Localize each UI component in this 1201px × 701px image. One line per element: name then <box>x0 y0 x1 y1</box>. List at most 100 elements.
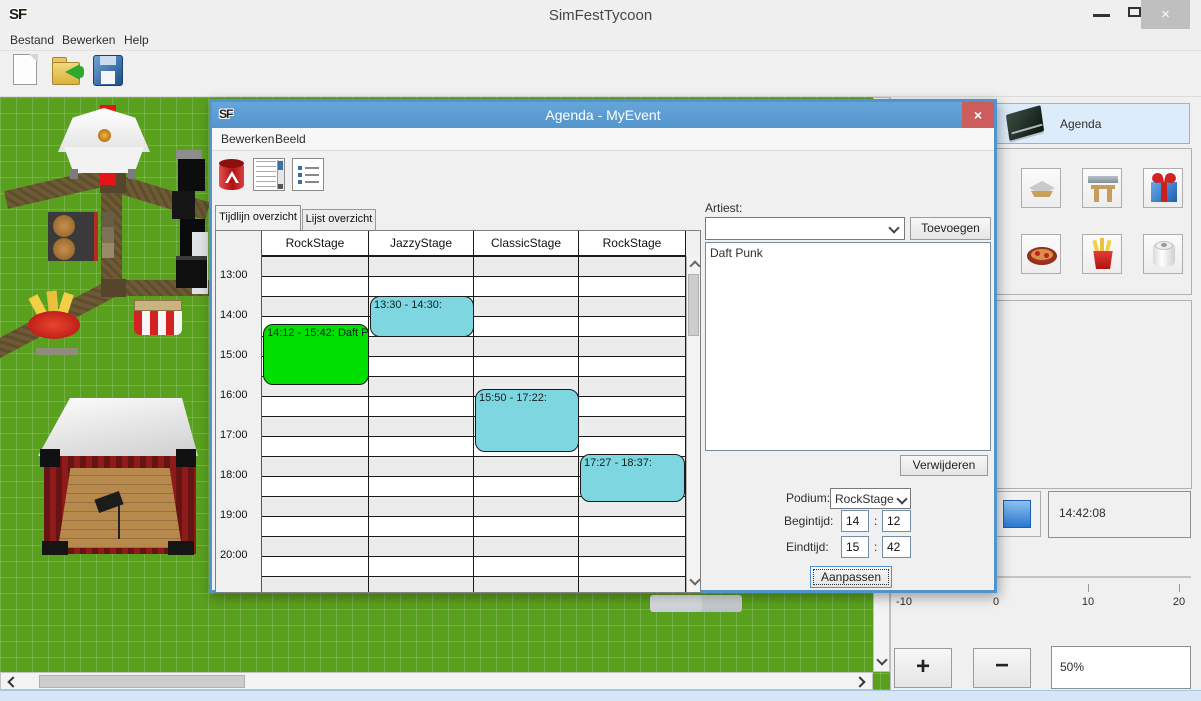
speaker-rig <box>172 191 195 219</box>
apply-button[interactable]: Aanpassen <box>810 566 892 588</box>
dialog-menu-bewerken[interactable]: Bewerken <box>221 132 274 146</box>
tick-label: 10 <box>1074 596 1102 608</box>
menu-bar: Bestand Bewerken Help <box>0 30 1201 51</box>
scroll-down-icon[interactable] <box>876 654 887 665</box>
window-title: SimFestTycoon <box>0 7 1201 24</box>
burger <box>53 238 75 260</box>
time-label: 14:00 <box>220 309 248 321</box>
dialog-close-button[interactable]: × <box>962 102 994 128</box>
end-hour-field[interactable]: 15 <box>841 536 869 558</box>
item-toilet-paper-button[interactable] <box>1143 234 1183 274</box>
speaker-rig[interactable] <box>176 150 202 159</box>
time-colon: : <box>874 540 877 554</box>
dialog-title: Agenda - MyEvent <box>212 107 994 123</box>
column-header-rockstage-2: RockStage <box>579 231 686 256</box>
close-button[interactable]: × <box>1141 0 1190 29</box>
new-file-icon[interactable] <box>13 54 39 87</box>
scroll-up-icon[interactable] <box>689 260 700 271</box>
striped-stand[interactable] <box>134 311 182 335</box>
tab-tijdlijn-overzicht[interactable]: Tijdlijn overzicht <box>215 205 301 230</box>
striped-stand-top <box>134 300 182 311</box>
application-window: SF SimFestTycoon × Bestand Bewerken Help <box>0 0 1201 701</box>
zoom-level-value: 50% <box>1060 660 1084 674</box>
time-gutter: 13:00 14:00 15:00 16:00 17:00 18:00 19:0… <box>216 231 262 592</box>
clock-display: 14:42:08 <box>1048 491 1191 538</box>
begin-hour-field[interactable]: 14 <box>841 510 869 532</box>
zoom-out-button[interactable]: − <box>973 648 1031 688</box>
tent-leg <box>128 169 136 179</box>
bench <box>102 212 114 258</box>
schedule-column[interactable] <box>262 256 369 592</box>
fries-stand[interactable] <box>28 311 80 339</box>
fries-base <box>36 348 78 355</box>
path-junction <box>101 279 126 297</box>
zoom-level-box[interactable]: 50% <box>1051 646 1191 689</box>
item-floor-tile-button[interactable] <box>1021 168 1061 208</box>
stage-speaker <box>40 449 60 467</box>
minimize-button[interactable] <box>1093 14 1110 17</box>
scrollbar-thumb[interactable] <box>39 675 245 688</box>
menu-bestand[interactable]: Bestand <box>10 33 54 47</box>
maximize-button[interactable] <box>1128 7 1141 17</box>
delete-icon[interactable] <box>219 158 245 193</box>
item-torii-gate-button[interactable] <box>1082 168 1122 208</box>
event-block[interactable]: 13:30 - 14:30: <box>370 296 474 337</box>
podium-combo[interactable]: RockStage <box>830 488 911 509</box>
artist-listbox[interactable]: Daft Punk <box>705 242 991 451</box>
menu-help[interactable]: Help <box>124 33 149 47</box>
window-bottom-edge <box>0 690 1201 701</box>
time-label: 16:00 <box>220 389 248 401</box>
begin-minute-field[interactable]: 12 <box>882 510 911 532</box>
dialog-toolbar <box>212 151 994 201</box>
time-label: 13:00 <box>220 269 248 281</box>
time-label: 19:00 <box>220 509 248 521</box>
tick-label: -10 <box>890 596 918 608</box>
open-folder-icon[interactable] <box>52 55 86 87</box>
column-header-rockstage-1: RockStage <box>262 231 369 256</box>
item-gift-button[interactable] <box>1143 168 1183 208</box>
event-block[interactable]: 14:12 - 15:42: Daft Punk <box>263 324 369 385</box>
play-button[interactable] <box>994 491 1041 537</box>
artist-list-item[interactable]: Daft Punk <box>710 246 763 260</box>
chevron-down-icon <box>888 222 899 233</box>
tab-lijst-overzicht[interactable]: Lijst overzicht <box>302 209 376 230</box>
scrollbar-thumb[interactable] <box>688 274 699 336</box>
tent-logo <box>98 129 111 142</box>
sidebar-item-agenda[interactable]: Agenda <box>996 103 1190 144</box>
schedule-column[interactable] <box>579 256 686 592</box>
gift-ribbon <box>1161 182 1167 202</box>
stage-roof <box>38 398 198 456</box>
add-artist-button[interactable]: Toevoegen <box>910 217 991 240</box>
scroll-down-icon[interactable] <box>689 574 700 585</box>
play-icon <box>1003 500 1031 528</box>
artist-label: Artiest: <box>705 201 742 215</box>
tick-label: 20 <box>1165 596 1193 608</box>
scroll-left-icon[interactable] <box>7 676 18 687</box>
zoom-in-button[interactable]: + <box>894 648 952 688</box>
item-pizza-button[interactable] <box>1021 234 1061 274</box>
event-block[interactable]: 17:27 - 18:37: <box>580 454 685 502</box>
dialog-titlebar[interactable]: SF Agenda - MyEvent × <box>212 102 994 128</box>
save-icon[interactable] <box>93 55 125 87</box>
menu-bewerken[interactable]: Bewerken <box>62 33 115 47</box>
item-fries-button[interactable] <box>1082 234 1122 274</box>
gate-post <box>1107 185 1112 202</box>
list-view-icon[interactable] <box>292 158 324 191</box>
timeline-view-icon[interactable] <box>253 158 285 191</box>
end-minute-field[interactable]: 42 <box>882 536 911 558</box>
pepperoni <box>1044 253 1049 258</box>
agenda-label: Agenda <box>1060 117 1101 131</box>
scroll-right-icon[interactable] <box>854 676 865 687</box>
remove-artist-button[interactable]: Verwijderen <box>900 455 988 476</box>
dialog-menu-beeld[interactable]: Beeld <box>275 132 306 146</box>
begin-time-label: Begintijd: <box>784 514 833 528</box>
speaker-rig <box>176 256 207 288</box>
chevron-down-icon <box>896 493 907 504</box>
table-scrollbar[interactable] <box>686 256 700 592</box>
artist-combo[interactable] <box>705 217 905 240</box>
time-label: 20:00 <box>220 549 248 561</box>
event-block[interactable]: 15:50 - 17:22: <box>475 389 579 452</box>
time-label: 15:00 <box>220 349 248 361</box>
column-header-jazzystage: JazzyStage <box>369 231 474 256</box>
map-horizontal-scrollbar[interactable] <box>0 672 873 690</box>
